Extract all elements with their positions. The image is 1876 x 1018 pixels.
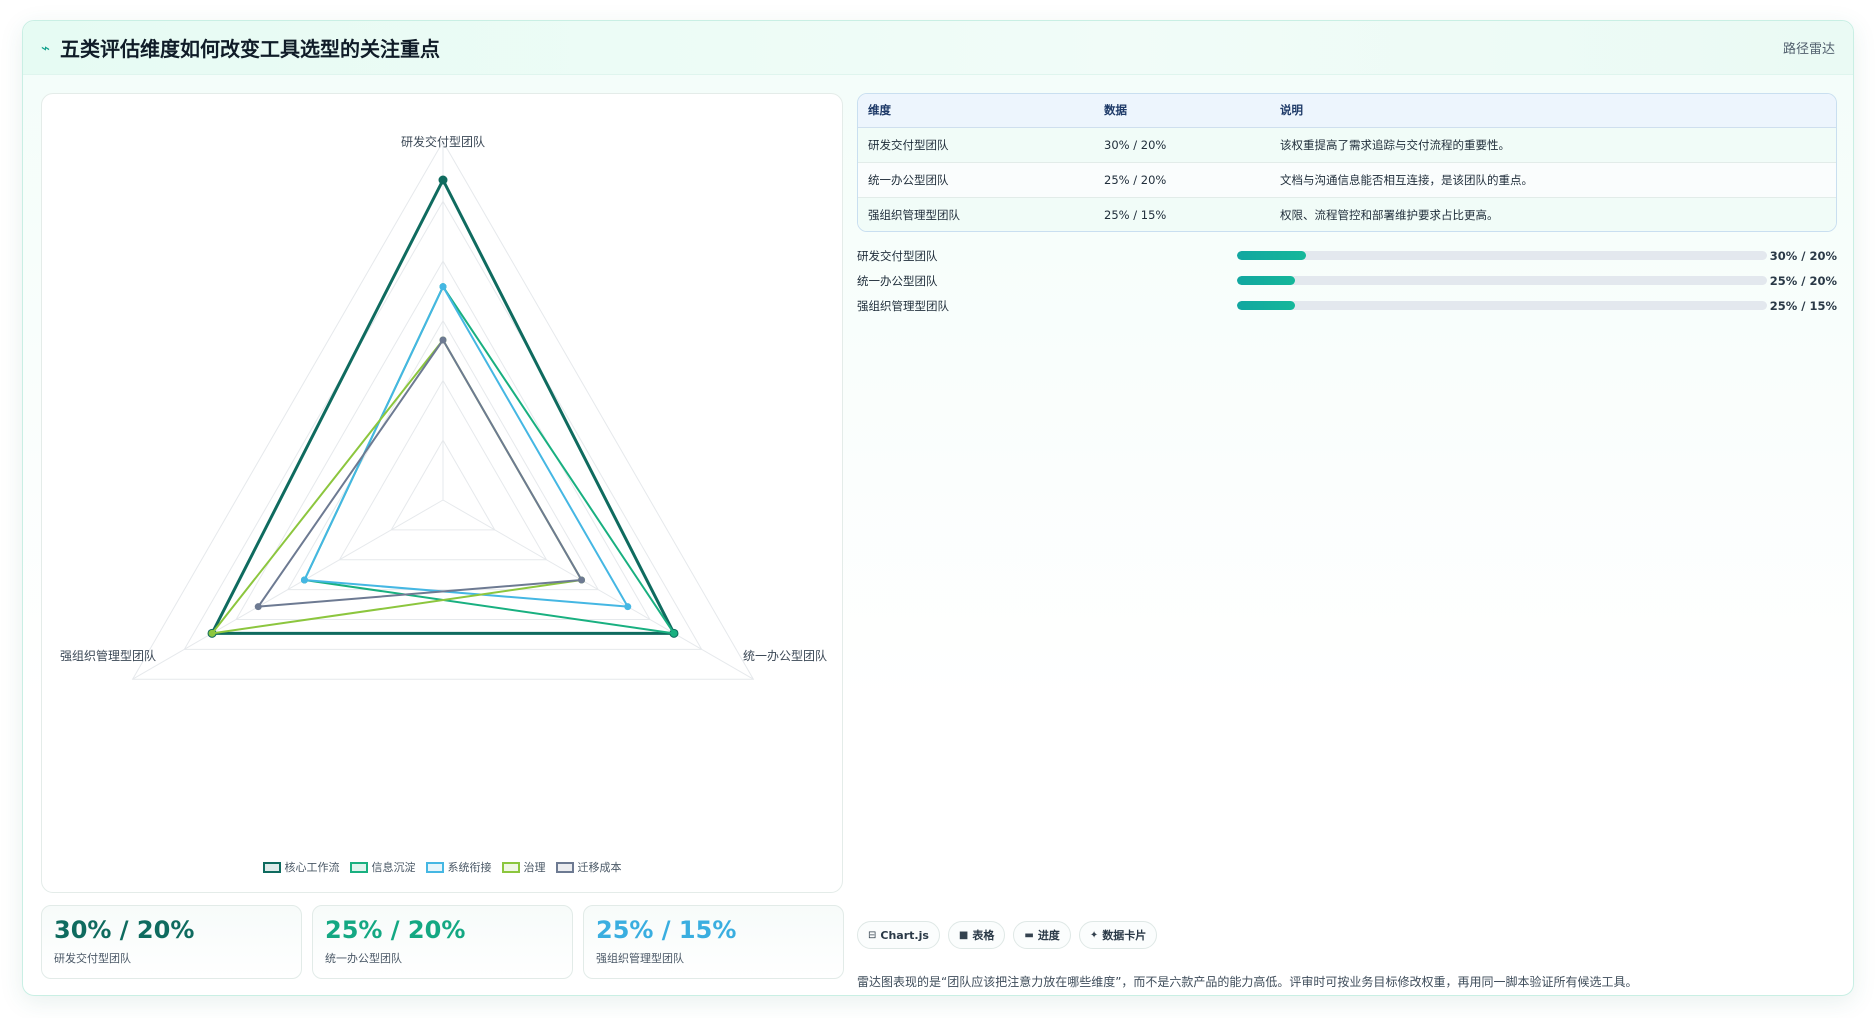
stat-value: 25% / 15% <box>596 916 737 944</box>
table-row: 强组织管理型团队 25% / 15% 权限、流程管控和部署维护要求占比更高。 <box>858 197 1836 231</box>
legend-item[interactable]: 治理 <box>501 859 546 875</box>
data-point <box>439 283 447 291</box>
card-icon: ✦ <box>1089 929 1099 941</box>
progress-value: 25% / 20% <box>1769 273 1837 288</box>
stat-card: 25% / 15% 强组织管理型团队 <box>583 905 844 979</box>
data-point <box>624 603 632 611</box>
cell-description: 该权重提高了需求追踪与交付流程的重要性。 <box>1270 127 1836 163</box>
radar-chart: 研发交付型团队统一办公型团队 强组织管理型团队 <box>60 134 827 680</box>
progress-row: 统一办公型团队 25% / 20% <box>857 268 1837 293</box>
legend-swatch <box>555 861 574 873</box>
data-point <box>438 175 448 185</box>
chip-label: Chart.js <box>880 928 929 942</box>
chip-table[interactable]: ■ 表格 <box>947 921 1006 949</box>
chip-label: 表格 <box>972 929 995 942</box>
legend-label: 治理 <box>523 861 546 874</box>
progress-row: 研发交付型团队 30% / 20% <box>857 243 1837 268</box>
route-radar-tag: 路径雷达 <box>1782 42 1835 57</box>
chart-legend: 核心工作流 信息沉淀 系统衔接 治理 迁移成本 <box>42 859 842 875</box>
progress-track <box>1237 276 1767 285</box>
stat-value: 25% / 20% <box>325 916 466 944</box>
legend-item[interactable]: 迁移成本 <box>555 859 622 875</box>
progress-icon: ▬ <box>1024 929 1034 941</box>
chart-icon: ⊟ <box>868 929 877 941</box>
progress-label: 强组织管理型团队 <box>857 298 949 313</box>
data-point <box>254 603 262 611</box>
chip-label: 进度 <box>1037 929 1060 942</box>
dashboard-frame: ⌁ 五类评估维度如何改变工具选型的关注重点 路径雷达 研发交付型团队 统一办公型团… <box>22 20 1854 996</box>
axis-label: 统一办公型团队 <box>743 648 827 663</box>
page-title: 五类评估维度如何改变工具选型的关注重点 <box>60 37 441 61</box>
table-icon: ■ <box>958 929 969 941</box>
progress-value: 25% / 15% <box>1769 298 1837 313</box>
cell-data: 25% / 15% <box>1094 197 1270 231</box>
legend-label: 信息沉淀 <box>371 861 416 874</box>
footnote: 雷达图表现的是“团队应该把注意力放在哪些维度”，而不是六款产品的能力高低。评审时… <box>857 975 1638 989</box>
stat-cards: 30% / 20% 研发交付型团队 25% / 20% 统一办公型团队 25% / 15… <box>41 905 844 979</box>
stat-label: 强组织管理型团队 <box>596 952 684 965</box>
col-data: 数据 <box>1094 94 1270 128</box>
header: ⌁ 五类评估维度如何改变工具选型的关注重点 路径雷达 <box>23 21 1853 75</box>
legend-item[interactable]: 系统衔接 <box>425 859 492 875</box>
progress-value: 30% / 20% <box>1769 248 1837 263</box>
legend-label: 迁移成本 <box>577 861 622 874</box>
cell-data: 30% / 20% <box>1094 127 1270 163</box>
progress-list: 研发交付型团队 30% / 20% 统一办公型团队 25% / 20% 强组织管理型团队… <box>857 243 1837 318</box>
table-row: 研发交付型团队 30% / 20% 该权重提高了需求追踪与交付流程的重要性。 <box>858 127 1836 163</box>
table-header-row: 维度 数据 说明 <box>858 94 1836 128</box>
col-dimension: 维度 <box>858 94 1094 128</box>
stat-label: 研发交付型团队 <box>54 952 131 965</box>
legend-item[interactable]: 信息沉淀 <box>349 859 416 875</box>
chip-chart[interactable]: ⊟ Chart.js <box>857 921 940 949</box>
table-row: 统一办公型团队 25% / 20% 文档与沟通信息能否相互连接，是该团队的重点。 <box>858 162 1836 198</box>
legend-swatch <box>262 861 281 873</box>
legend-swatch <box>425 861 444 873</box>
spark-icon: ⌁ <box>41 38 51 57</box>
series-line <box>257 339 583 608</box>
stat-value: 30% / 20% <box>54 916 195 944</box>
progress-label: 研发交付型团队 <box>857 248 938 263</box>
stat-card: 25% / 20% 统一办公型团队 <box>312 905 573 979</box>
feature-chips: ⊟ Chart.js ■ 表格 ▬ 进度 ✦ 数据卡片 <box>857 921 1158 949</box>
cell-description: 文档与沟通信息能否相互连接，是该团队的重点。 <box>1270 162 1836 198</box>
col-description: 说明 <box>1270 94 1836 128</box>
data-point <box>439 336 447 344</box>
legend-label: 核心工作流 <box>284 861 340 874</box>
weights-table: 维度 数据 说明 研发交付型团队 30% / 20% 该权重提高了需求追踪与交付… <box>857 93 1837 232</box>
stat-card: 30% / 20% 研发交付型团队 <box>41 905 302 979</box>
progress-track <box>1237 301 1767 310</box>
progress-track <box>1237 251 1767 260</box>
chip-label: 数据卡片 <box>1102 929 1147 942</box>
axis-label: 研发交付型团队 <box>401 134 485 149</box>
legend-item[interactable]: 核心工作流 <box>262 859 340 875</box>
cell-data: 25% / 20% <box>1094 162 1270 198</box>
cell-dimension: 统一办公型团队 <box>858 162 1094 198</box>
data-point <box>208 629 216 637</box>
legend-label: 系统衔接 <box>447 861 492 874</box>
legend-swatch <box>349 861 368 873</box>
progress-row: 强组织管理型团队 25% / 15% <box>857 293 1837 318</box>
cell-dimension: 研发交付型团队 <box>858 127 1094 163</box>
progress-label: 统一办公型团队 <box>857 273 938 288</box>
progress-fill <box>1237 301 1296 310</box>
data-point <box>670 629 678 637</box>
chip-card[interactable]: ✦ 数据卡片 <box>1078 921 1158 949</box>
progress-fill <box>1237 276 1296 285</box>
radar-chart-panel: 研发交付型团队统一办公型团队 强组织管理型团队 核心工作流 信息沉淀 系统衔接 治理 迁移… <box>41 93 843 893</box>
chip-progress[interactable]: ▬ 进度 <box>1013 921 1071 949</box>
data-point <box>300 576 308 584</box>
legend-swatch <box>501 861 520 873</box>
progress-fill <box>1237 251 1306 260</box>
data-point <box>578 576 586 584</box>
cell-description: 权限、流程管控和部署维护要求占比更高。 <box>1270 197 1836 231</box>
axis-label: 强组织管理型团队 <box>60 648 156 663</box>
cell-dimension: 强组织管理型团队 <box>858 197 1094 231</box>
stat-label: 统一办公型团队 <box>325 952 402 965</box>
